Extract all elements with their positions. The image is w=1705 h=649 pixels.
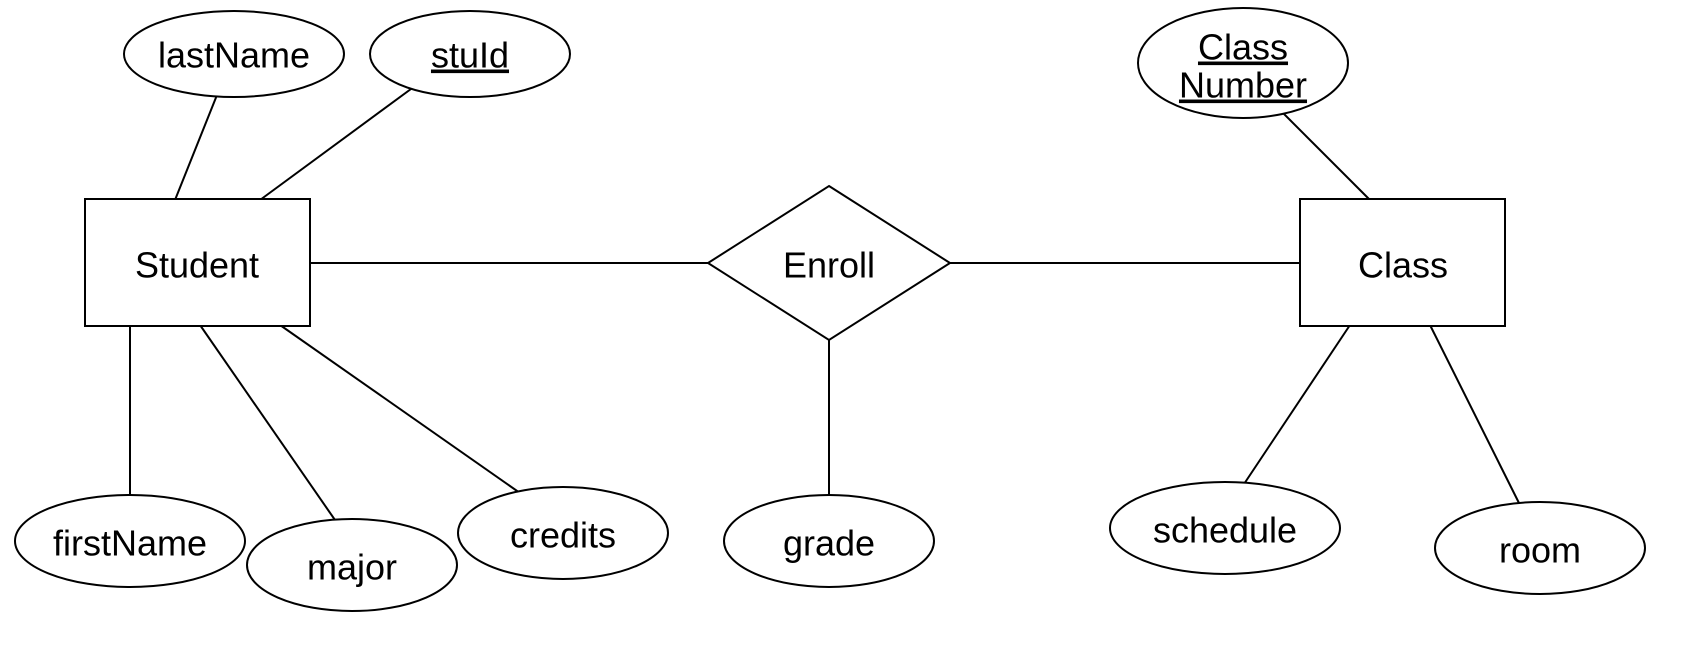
attribute-stuid-label: stuId — [431, 35, 509, 76]
attribute-lastname-label: lastName — [158, 35, 310, 76]
attribute-schedule-label: schedule — [1153, 510, 1297, 551]
attribute-major-label: major — [307, 547, 397, 588]
attribute-classnumber-label-2: Number — [1179, 65, 1307, 106]
connector-class-schedule — [1240, 325, 1350, 490]
attribute-grade-label: grade — [783, 523, 875, 564]
entity-class-label: Class — [1358, 245, 1448, 286]
relationship-enroll-label: Enroll — [783, 245, 875, 286]
attribute-credits-label: credits — [510, 515, 616, 556]
entity-student-label: Student — [135, 245, 259, 286]
attribute-room-label: room — [1499, 530, 1581, 571]
attribute-firstname-label: firstName — [53, 523, 207, 564]
connector-student-major — [200, 325, 335, 520]
connector-student-stuid — [260, 75, 430, 200]
er-diagram: Student Class Enroll lastName stuId firs… — [0, 0, 1705, 649]
connector-class-room — [1430, 325, 1520, 505]
attribute-classnumber-label-1: Class — [1198, 27, 1288, 68]
connector-student-credits — [280, 325, 530, 500]
connector-class-classnumber — [1270, 100, 1370, 200]
